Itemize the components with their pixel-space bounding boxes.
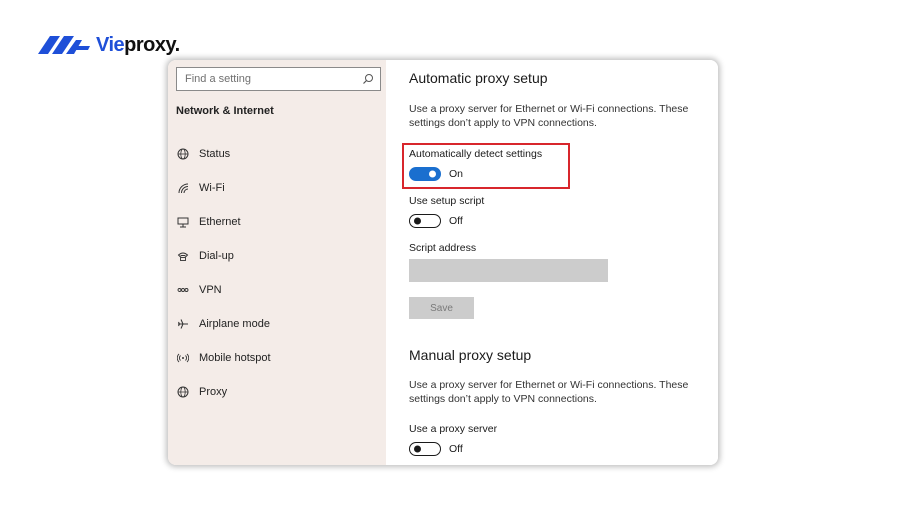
sidebar-item-label: Dial-up [199,250,234,262]
manual-proxy-title: Manual proxy setup [409,347,532,363]
use-proxy-state: Off [449,443,463,455]
hotspot-icon [176,351,190,365]
search-box[interactable] [176,67,381,91]
ethernet-icon [176,215,190,229]
sidebar-item-dial-up[interactable]: Dial-up [176,246,376,266]
phone-icon [176,249,190,263]
setup-script-label: Use setup script [409,195,485,207]
script-address-label: Script address [409,242,477,254]
use-proxy-toggle[interactable] [409,442,441,456]
script-address-input[interactable] [409,259,608,282]
sidebar-item-proxy[interactable]: Proxy [176,382,376,402]
automatic-proxy-description: Use a proxy server for Ethernet or Wi-Fi… [409,103,689,129]
setup-script-state: Off [449,215,463,227]
save-button[interactable]: Save [409,297,474,319]
search-icon[interactable] [362,73,374,85]
brand-name: Vieproxy. [96,33,180,56]
sidebar-item-mobile-hotspot[interactable]: Mobile hotspot [176,348,376,368]
sidebar-item-label: Status [199,148,231,160]
globe-icon [176,147,190,161]
toggle-knob [414,217,421,225]
auto-detect-state: On [449,168,464,180]
automatic-proxy-title: Automatic proxy setup [409,70,548,86]
auto-detect-toggle[interactable] [409,167,441,181]
section-title: Network & Internet [176,105,274,117]
content-pane: Automatic proxy setup Use a proxy server… [386,60,718,465]
airplane-icon [176,317,190,331]
use-proxy-label: Use a proxy server [409,423,498,435]
settings-window: Network & Internet Status Wi-Fi Ethernet… [168,60,718,465]
sidebar-item-label: VPN [199,284,222,296]
sidebar-item-vpn[interactable]: VPN [176,280,376,300]
manual-proxy-description: Use a proxy server for Ethernet or Wi-Fi… [409,379,689,405]
search-input[interactable] [185,73,362,85]
sidebar: Network & Internet Status Wi-Fi Ethernet… [168,60,386,465]
wifi-icon [176,181,190,195]
globe-icon [176,385,190,399]
sidebar-item-label: Ethernet [199,216,241,228]
vpn-icon [176,283,190,297]
brand-logo-icon [38,36,90,54]
setup-script-toggle[interactable] [409,214,441,228]
brand-logo: Vieproxy. [36,30,180,60]
toggle-knob [414,445,421,453]
sidebar-item-airplane-mode[interactable]: Airplane mode [176,314,376,334]
toggle-knob [429,170,436,178]
sidebar-item-status[interactable]: Status [176,144,376,164]
auto-detect-label: Automatically detect settings [409,148,543,160]
sidebar-item-label: Wi-Fi [199,182,225,194]
sidebar-item-ethernet[interactable]: Ethernet [176,212,376,232]
sidebar-item-label: Proxy [199,386,228,398]
sidebar-item-label: Mobile hotspot [199,352,271,364]
sidebar-item-label: Airplane mode [199,318,270,330]
sidebar-item-wifi[interactable]: Wi-Fi [176,178,376,198]
